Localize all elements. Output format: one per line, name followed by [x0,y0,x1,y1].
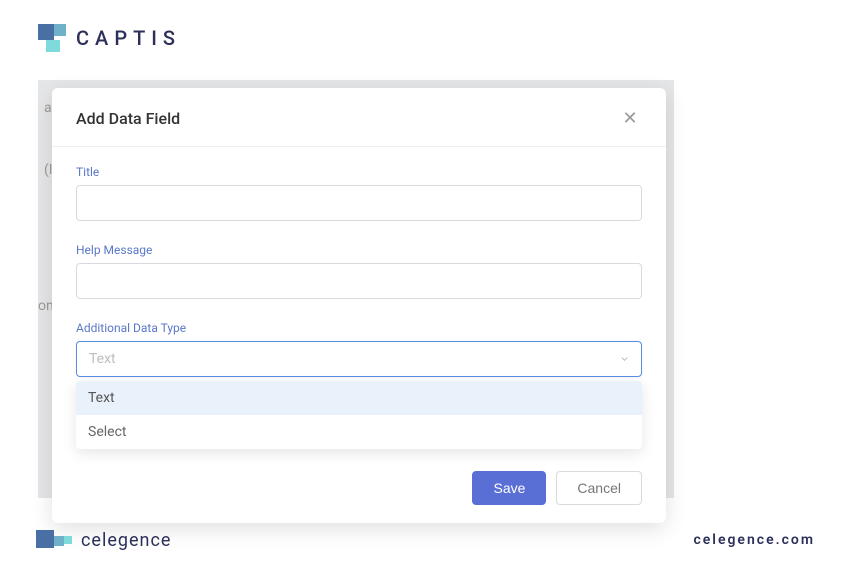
page-footer: celegence celegence.com [0,528,845,552]
cancel-button[interactable]: Cancel [556,471,642,505]
modal-title: Add Data Field [76,109,180,128]
celegence-logo-mark [36,528,72,552]
captis-logo-mark [38,24,66,52]
add-data-field-modal: Add Data Field ✕ Title Help Message Addi… [52,88,666,523]
select-value: Text [89,351,116,367]
additional-data-type-select[interactable]: Text [76,341,642,377]
dropdown-option-text[interactable]: Text [76,381,642,415]
data-type-dropdown: Text Select [76,381,642,449]
help-message-label: Help Message [76,243,642,257]
additional-data-type-field: Additional Data Type Text Text Select [76,321,642,377]
modal-body: Title Help Message Additional Data Type … [52,147,666,459]
modal-footer: Save Cancel [52,459,666,523]
celegence-logo: celegence [36,528,171,552]
background-text-fragment: a [44,100,52,116]
captis-logo: CAPTIS [38,24,181,52]
title-field: Title [76,165,642,221]
save-button[interactable]: Save [472,471,546,505]
celegence-link[interactable]: celegence.com [693,532,815,548]
help-message-field: Help Message [76,243,642,299]
celegence-wordmark: celegence [81,530,171,551]
title-input[interactable] [76,185,642,221]
help-message-input[interactable] [76,263,642,299]
additional-data-type-label: Additional Data Type [76,321,642,335]
title-label: Title [76,165,642,179]
captis-wordmark: CAPTIS [76,26,181,50]
close-button[interactable]: ✕ [618,106,642,130]
modal-header: Add Data Field ✕ [52,88,666,147]
close-icon: ✕ [622,108,637,129]
dropdown-option-select[interactable]: Select [76,415,642,449]
